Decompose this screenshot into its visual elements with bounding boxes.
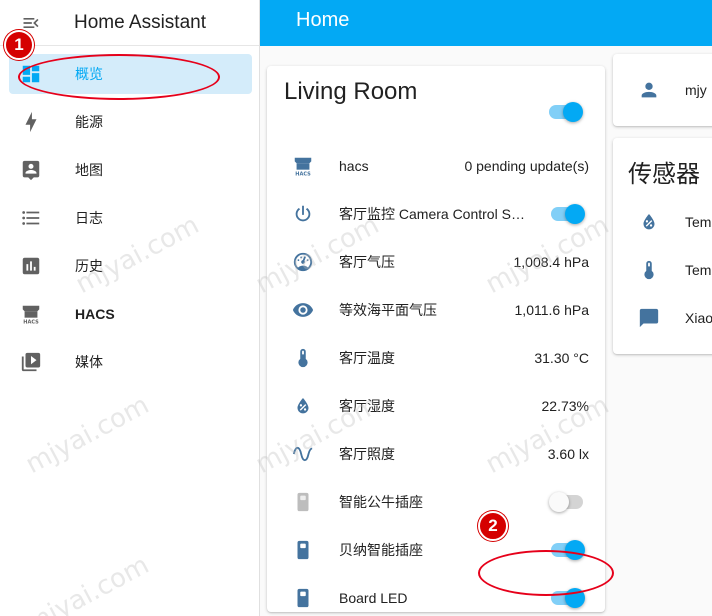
chart-box-icon [9,255,53,277]
sensor-row[interactable]: Tem [613,198,711,246]
card-title: Living Room [284,78,418,105]
sine-wave-icon [286,443,320,465]
sidebar-item-label: 历史 [75,258,103,274]
sidebar-item-label: 媒体 [75,354,103,370]
entity-row-hacs[interactable]: HACS hacs 0 pending update(s) [267,142,605,190]
sensor-card: 传感器 Tem Tem Xiao [613,138,712,354]
thermometer-icon [286,347,320,369]
power-socket-icon [286,539,320,561]
sidebar-item-label: HACS [75,306,115,322]
hacs-store-icon: HACS [286,155,320,177]
entity-state: 31.30 °C [534,350,589,366]
sensor-row[interactable]: Tem [613,246,711,294]
entity-name: 等效海平面气压 [339,302,437,318]
sidebar-item-map[interactable]: 地图 [9,150,252,190]
power-icon [286,203,320,225]
svg-text:HACS: HACS [295,172,311,177]
svg-text:HACS: HACS [23,320,39,325]
lightning-bolt-icon [9,111,53,133]
sidebar-item-label: 能源 [75,114,103,130]
menu-open-icon [23,17,39,28]
power-socket-icon [286,491,320,513]
annotation-badge-1: 1 [4,30,34,60]
sidebar-header: Home Assistant [0,0,259,46]
hacs-store-icon: HACS [9,303,53,325]
gauge-icon [286,251,320,273]
bull-plug-toggle[interactable] [549,492,585,512]
sensor-row[interactable]: Xiao [613,294,712,342]
sidebar-item-label: 地图 [75,162,103,178]
sensor-name: Xiao [685,310,712,326]
entity-name: 贝纳智能插座 [339,542,423,558]
entity-row-sea-level-pressure[interactable]: 等效海平面气压 1,011.6 hPa [267,286,605,334]
entity-state: 0 pending update(s) [464,158,589,174]
camera-switch-toggle[interactable] [549,204,585,224]
thermometer-icon [632,259,666,281]
water-percent-icon [632,211,666,233]
entity-name: 客厅温度 [339,350,395,366]
entity-name: 客厅监控 Camera Control Swi... [339,206,534,222]
sensor-name: Tem [685,262,712,278]
page-title: Home [296,9,350,31]
person-card: mjy [613,54,712,126]
sidebar-item-history[interactable]: 历史 [9,246,252,286]
entity-row-temperature[interactable]: 客厅温度 31.30 °C [267,334,605,382]
entity-row-pressure[interactable]: 客厅气压 1,008.4 hPa [267,238,605,286]
play-box-multiple-icon [9,351,53,373]
entity-state: 22.73% [541,398,589,414]
entity-state: 1,008.4 hPa [513,254,589,270]
power-socket-icon [286,587,320,609]
sidebar-item-logbook[interactable]: 日志 [9,198,252,238]
entity-name: 智能公牛插座 [339,494,423,510]
entity-row-humidity[interactable]: 客厅湿度 22.73% [267,382,605,430]
sidebar-item-energy[interactable]: 能源 [9,102,252,142]
annotation-ellipse-2 [478,550,614,596]
annotation-badge-2: 2 [478,511,508,541]
map-account-icon [9,159,53,181]
entity-name: Board LED [339,590,408,606]
sidebar-item-media[interactable]: 媒体 [9,342,252,382]
message-icon [632,307,666,329]
person-name: mjy [685,82,707,98]
sensor-name: Tem [685,214,712,230]
sidebar-item-label: 日志 [75,210,103,226]
account-icon [632,79,666,101]
entity-name: 客厅气压 [339,254,395,270]
header-toggle[interactable] [547,102,583,122]
person-row[interactable]: mjy [613,66,707,114]
entity-name: 客厅湿度 [339,398,395,414]
top-app-bar: Home [260,0,712,46]
annotation-ellipse-1 [18,54,220,100]
app-title: Home Assistant [74,11,206,33]
entity-state: 1,011.6 hPa [514,302,589,318]
living-room-card: Living Room HACS hacs 0 pending update(s… [267,66,605,612]
sidebar-item-hacs[interactable]: HACS HACS [9,294,252,334]
entity-row-bull-plug[interactable]: 智能公牛插座 [267,478,605,526]
water-percent-icon [286,395,320,417]
card-title: 传感器 [628,161,700,188]
entity-name: hacs [339,158,369,174]
entity-row-illuminance[interactable]: 客厅照度 3.60 lx [267,430,605,478]
eye-icon [286,299,320,321]
entity-state: 3.60 lx [547,446,589,462]
entity-name: 客厅照度 [339,446,395,462]
format-list-bulleted-icon [9,207,53,229]
entity-row-camera-switch[interactable]: 客厅监控 Camera Control Swi... [267,190,605,238]
